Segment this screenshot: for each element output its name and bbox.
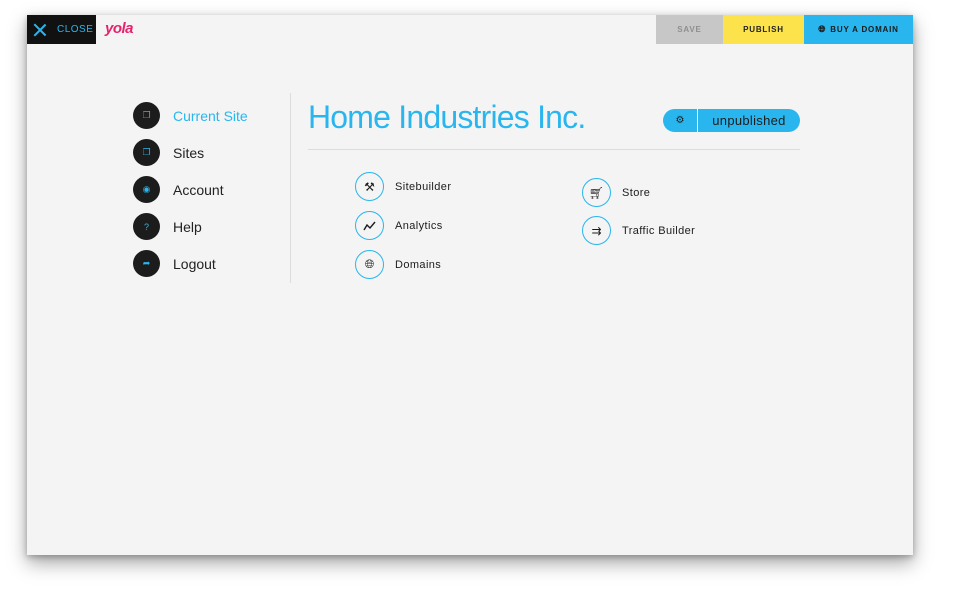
tool-analytics[interactable]: Analytics: [355, 211, 443, 240]
close-label: CLOSE: [57, 24, 94, 35]
gear-icon[interactable]: ⚙: [663, 109, 698, 132]
sidebar-divider: [290, 93, 291, 283]
cart-icon: 🛒︎: [582, 178, 611, 207]
arrows-icon: ⇉: [582, 216, 611, 245]
sidebar-item-account[interactable]: ◉ Account: [133, 171, 248, 208]
question-icon: ?: [133, 213, 160, 240]
tool-label: Domains: [395, 258, 442, 271]
account-panel: CLOSE yola SAVE PUBLISH 🌐︎ BUY A DOMAIN …: [27, 15, 913, 555]
sidebar-item-label: Account: [173, 181, 224, 198]
tool-traffic-builder[interactable]: ⇉ Traffic Builder: [582, 216, 695, 245]
tool-sitebuilder[interactable]: ⚒ Sitebuilder: [355, 172, 451, 201]
tools-icon: ⚒: [355, 172, 384, 201]
tool-label: Sitebuilder: [395, 180, 452, 193]
tool-label: Analytics: [395, 219, 443, 232]
sidebar-item-sites[interactable]: ❐ Sites: [133, 134, 248, 171]
globe-icon: 🌐︎: [355, 250, 384, 279]
yola-logo[interactable]: yola: [105, 20, 134, 37]
eye-icon: ◉: [133, 176, 160, 203]
save-button[interactable]: SAVE: [656, 15, 723, 44]
tool-store[interactable]: 🛒︎ Store: [582, 178, 650, 207]
sidebar-nav: ❐ Current Site ❐ Sites ◉ Account ? Help …: [133, 97, 248, 282]
sidebar-item-current-site[interactable]: ❐ Current Site: [133, 97, 248, 134]
publish-status[interactable]: unpublished: [698, 113, 800, 128]
chart-line-icon: [355, 211, 384, 240]
windows-icon: ❐: [133, 139, 160, 166]
sidebar-item-label: Help: [173, 218, 202, 235]
sidebar-item-help[interactable]: ? Help: [133, 208, 248, 245]
sidebar-item-label: Sites: [173, 144, 205, 161]
publish-button[interactable]: PUBLISH: [723, 15, 804, 44]
status-badge[interactable]: ⚙ unpublished: [663, 109, 800, 132]
close-button[interactable]: CLOSE: [27, 15, 96, 44]
logout-icon: ➦: [133, 250, 160, 277]
buy-domain-button[interactable]: 🌐︎ BUY A DOMAIN: [804, 15, 913, 44]
globe-icon: 🌐︎: [818, 24, 827, 34]
sidebar-item-label: Logout: [173, 255, 216, 272]
tool-label: Store: [622, 186, 651, 199]
page-title: Home Industries Inc.: [308, 99, 586, 135]
close-icon: [33, 23, 47, 37]
sidebar-item-label: Current Site: [173, 107, 248, 124]
tool-domains[interactable]: 🌐︎ Domains: [355, 250, 441, 279]
sidebar-item-logout[interactable]: ➦ Logout: [133, 245, 248, 282]
buy-domain-label: BUY A DOMAIN: [830, 25, 899, 34]
tool-label: Traffic Builder: [622, 224, 696, 237]
window-icon: ❐: [133, 102, 160, 129]
title-divider: [308, 149, 800, 150]
